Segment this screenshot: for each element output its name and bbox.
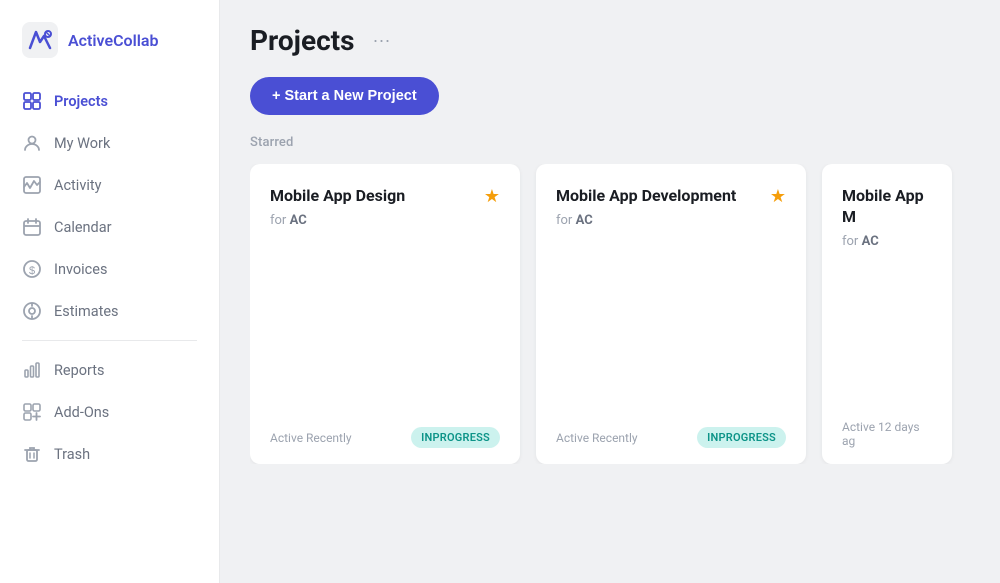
logo-area[interactable]: ActiveCollab xyxy=(0,0,219,76)
estimates-icon xyxy=(22,301,42,321)
page-title: Projects xyxy=(250,24,355,57)
project-card-0[interactable]: Mobile App Design ★ for AC Active Recent… xyxy=(250,164,520,464)
sidebar-navigation: Projects My Work Activity xyxy=(0,76,219,583)
calendar-icon xyxy=(22,217,42,237)
sidebar-item-reports[interactable]: Reports xyxy=(0,349,219,391)
sidebar-item-activity[interactable]: Activity xyxy=(0,164,219,206)
card-footer-1: Active Recently INPROGRESS xyxy=(556,427,786,448)
project-card-2[interactable]: Mobile App M for AC Active 12 days ag xyxy=(822,164,952,464)
reports-icon xyxy=(22,360,42,380)
card-client-0: for AC xyxy=(270,213,500,228)
card-title-0: Mobile App Design xyxy=(270,186,484,207)
card-footer-0: Active Recently INPROGRESS xyxy=(270,427,500,448)
app-logo-icon xyxy=(22,22,58,58)
more-options-button[interactable]: ··· xyxy=(367,26,397,55)
my-work-icon xyxy=(22,133,42,153)
sidebar-item-label: Add-Ons xyxy=(54,404,109,421)
sidebar: ActiveCollab Projects My xyxy=(0,0,220,583)
status-badge-0: INPROGRESS xyxy=(411,427,500,448)
sidebar-item-label: Estimates xyxy=(54,303,119,320)
activity-icon xyxy=(22,175,42,195)
svg-text:$: $ xyxy=(29,265,35,277)
sidebar-item-add-ons[interactable]: Add-Ons xyxy=(0,391,219,433)
sidebar-item-my-work[interactable]: My Work xyxy=(0,122,219,164)
projects-icon xyxy=(22,91,42,111)
project-cards-row: Mobile App Design ★ for AC Active Recent… xyxy=(250,164,970,464)
status-badge-1: INPROGRESS xyxy=(697,427,786,448)
sidebar-item-label: Activity xyxy=(54,177,101,194)
app-name: ActiveCollab xyxy=(68,31,159,50)
sidebar-item-label: Trash xyxy=(54,446,90,463)
sidebar-item-label: Projects xyxy=(54,93,108,110)
card-header-1: Mobile App Development ★ xyxy=(556,186,786,207)
nav-divider xyxy=(22,340,197,341)
main-header: Projects ··· xyxy=(220,0,1000,77)
add-ons-icon xyxy=(22,402,42,422)
card-activity-0: Active Recently xyxy=(270,431,352,445)
sidebar-item-trash[interactable]: Trash xyxy=(0,433,219,475)
sidebar-item-label: Calendar xyxy=(54,219,112,236)
sidebar-item-label: Reports xyxy=(54,362,105,379)
card-header-2: Mobile App M xyxy=(842,186,932,228)
card-footer-2: Active 12 days ag xyxy=(842,420,932,448)
trash-icon xyxy=(22,444,42,464)
main-body: + Start a New Project Starred Mobile App… xyxy=(220,77,1000,583)
sidebar-item-label: Invoices xyxy=(54,261,107,278)
starred-section-label: Starred xyxy=(250,135,970,150)
card-client-1: for AC xyxy=(556,213,786,228)
project-card-1[interactable]: Mobile App Development ★ for AC Active R… xyxy=(536,164,806,464)
main-content: Projects ··· + Start a New Project Starr… xyxy=(220,0,1000,583)
sidebar-item-invoices[interactable]: $ Invoices xyxy=(0,248,219,290)
card-title-2: Mobile App M xyxy=(842,186,932,228)
card-header-0: Mobile App Design ★ xyxy=(270,186,500,207)
new-project-button[interactable]: + Start a New Project xyxy=(250,77,439,115)
card-activity-1: Active Recently xyxy=(556,431,638,445)
sidebar-item-estimates[interactable]: Estimates xyxy=(0,290,219,332)
invoices-icon: $ xyxy=(22,259,42,279)
card-title-1: Mobile App Development xyxy=(556,186,770,207)
sidebar-item-label: My Work xyxy=(54,135,110,152)
action-row: + Start a New Project xyxy=(250,77,970,115)
star-icon-1: ★ xyxy=(770,186,786,207)
card-client-2: for AC xyxy=(842,234,932,249)
star-icon-0: ★ xyxy=(484,186,500,207)
sidebar-item-calendar[interactable]: Calendar xyxy=(0,206,219,248)
card-activity-2: Active 12 days ag xyxy=(842,420,932,448)
sidebar-item-projects[interactable]: Projects xyxy=(0,80,219,122)
